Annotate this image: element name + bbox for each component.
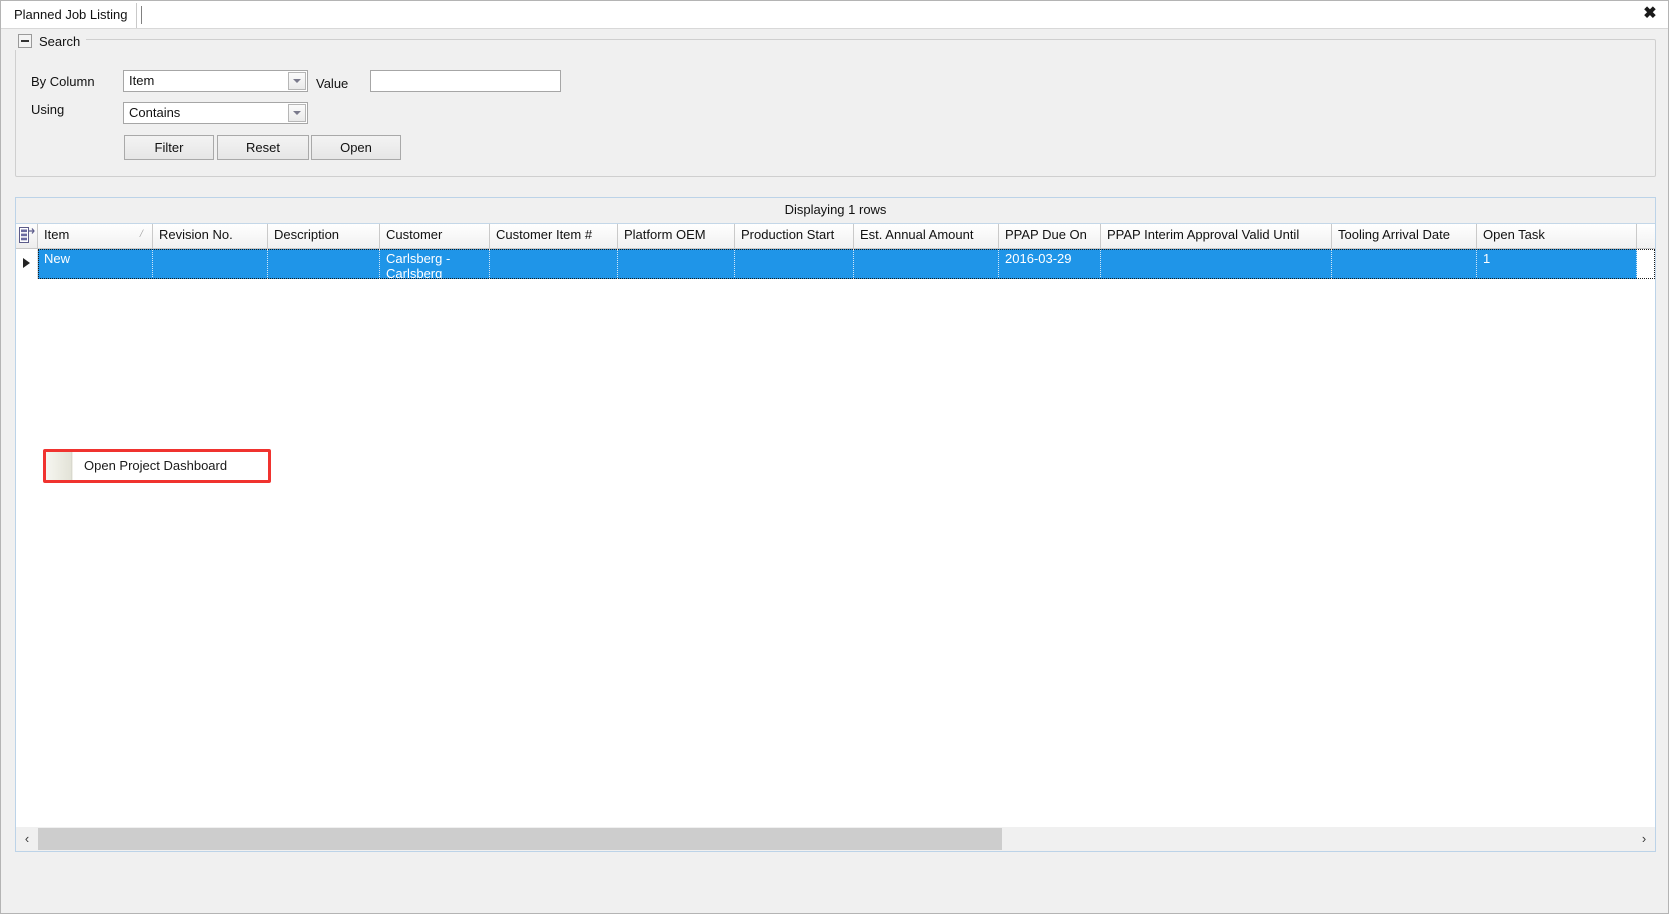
table-cell[interactable] xyxy=(268,249,380,279)
table-cell[interactable]: 1 xyxy=(1477,249,1637,279)
table-cell[interactable]: Carlsberg - Carlsberg xyxy=(380,249,490,279)
search-panel-legend: Search xyxy=(15,32,87,50)
tab-planned-job-listing[interactable]: Planned Job Listing xyxy=(7,3,138,28)
column-header-label: Item xyxy=(44,227,70,242)
value-input[interactable] xyxy=(370,70,561,92)
search-panel-title: Search xyxy=(39,33,81,49)
column-header-label: Customer Item # xyxy=(496,227,593,242)
by-column-select[interactable]: Item xyxy=(123,70,308,92)
chevron-down-icon[interactable] xyxy=(288,72,306,90)
column-header-label: Revision No. xyxy=(159,227,233,242)
context-menu: Open Project Dashboard xyxy=(45,451,269,481)
close-icon[interactable]: ✖ xyxy=(1638,3,1662,25)
column-header-open-task[interactable]: Open Task xyxy=(1477,224,1637,248)
using-label: Using xyxy=(31,102,65,117)
application-window: Planned Job Listing ✖ Search By Column I… xyxy=(0,0,1669,914)
horizontal-scrollbar-track[interactable] xyxy=(38,828,1633,850)
column-header-label: Description xyxy=(274,227,340,242)
column-header-label: Est. Annual Amount xyxy=(860,227,974,242)
table-cell[interactable] xyxy=(1332,249,1477,279)
column-header-tooling-arrival-date[interactable]: Tooling Arrival Date xyxy=(1332,224,1477,248)
grid-corner-button[interactable] xyxy=(16,224,38,248)
value-label: Value xyxy=(316,76,349,91)
table-cell[interactable] xyxy=(618,249,735,279)
column-header-label: PPAP Interim Approval Valid Until xyxy=(1107,227,1300,242)
table-cell[interactable] xyxy=(735,249,854,279)
horizontal-scrollbar-thumb[interactable] xyxy=(38,828,1002,850)
column-header-label: Customer xyxy=(386,227,443,242)
grid-body: New Carlsberg - Carlsberg 2016-03-29 1 xyxy=(16,249,1655,827)
column-header-customer[interactable]: Customer xyxy=(380,224,490,248)
sort-ascending-icon: ⁄ xyxy=(141,228,143,240)
minus-icon[interactable] xyxy=(18,34,32,48)
tab-caret xyxy=(141,6,142,24)
results-grid-panel: Displaying 1 rows Item ⁄ Revision No. Descr… xyxy=(15,197,1656,852)
table-cell[interactable]: New xyxy=(38,249,153,279)
table-cell[interactable] xyxy=(854,249,999,279)
by-column-select-value: Item xyxy=(129,73,155,88)
open-button[interactable]: Open xyxy=(311,135,401,160)
table-cell[interactable] xyxy=(490,249,618,279)
column-header-item[interactable]: Item ⁄ xyxy=(38,224,153,248)
tab-strip: Planned Job Listing ✖ xyxy=(1,1,1668,29)
chevron-down-icon[interactable] xyxy=(288,104,306,122)
context-menu-icon-gutter xyxy=(46,452,72,480)
by-column-label: By Column xyxy=(31,74,95,89)
column-header-est-annual-amount[interactable]: Est. Annual Amount xyxy=(854,224,999,248)
table-row[interactable]: New Carlsberg - Carlsberg 2016-03-29 1 xyxy=(16,249,1655,279)
grid-header-row: Item ⁄ Revision No. Description Customer Cust… xyxy=(16,224,1655,249)
column-header-label: Platform OEM xyxy=(624,227,706,242)
column-header-revision-no[interactable]: Revision No. xyxy=(153,224,268,248)
table-cell[interactable]: 2016-03-29 xyxy=(999,249,1101,279)
column-header-platform-oem[interactable]: Platform OEM xyxy=(618,224,735,248)
row-indicator xyxy=(16,249,38,279)
select-all-grid-icon xyxy=(19,227,35,243)
table-cell[interactable] xyxy=(1101,249,1332,279)
table-cell[interactable] xyxy=(153,249,268,279)
using-select[interactable]: Contains xyxy=(123,102,308,124)
using-select-value: Contains xyxy=(129,105,181,120)
column-header-customer-item[interactable]: Customer Item # xyxy=(490,224,618,248)
horizontal-scrollbar[interactable]: ‹ › xyxy=(16,827,1655,851)
tab-label: Planned Job Listing xyxy=(14,7,128,22)
column-header-label: Tooling Arrival Date xyxy=(1338,227,1450,242)
column-header-ppap-due-on[interactable]: PPAP Due On xyxy=(999,224,1101,248)
column-header-label: Open Task xyxy=(1483,227,1545,242)
column-header-label: PPAP Due On xyxy=(1005,227,1087,242)
scroll-right-icon[interactable]: › xyxy=(1633,827,1655,851)
grid-status-text: Displaying 1 rows xyxy=(16,198,1655,224)
current-row-arrow-icon xyxy=(23,258,30,268)
reset-button[interactable]: Reset xyxy=(217,135,309,160)
column-header-ppap-interim-approval-valid-until[interactable]: PPAP Interim Approval Valid Until xyxy=(1101,224,1332,248)
menu-item-open-project-dashboard[interactable]: Open Project Dashboard xyxy=(73,452,268,480)
scroll-left-icon[interactable]: ‹ xyxy=(16,827,38,851)
column-header-label: Production Start xyxy=(741,227,835,242)
column-header-production-start[interactable]: Production Start xyxy=(735,224,854,248)
column-header-description[interactable]: Description xyxy=(268,224,380,248)
filter-button[interactable]: Filter xyxy=(124,135,214,160)
